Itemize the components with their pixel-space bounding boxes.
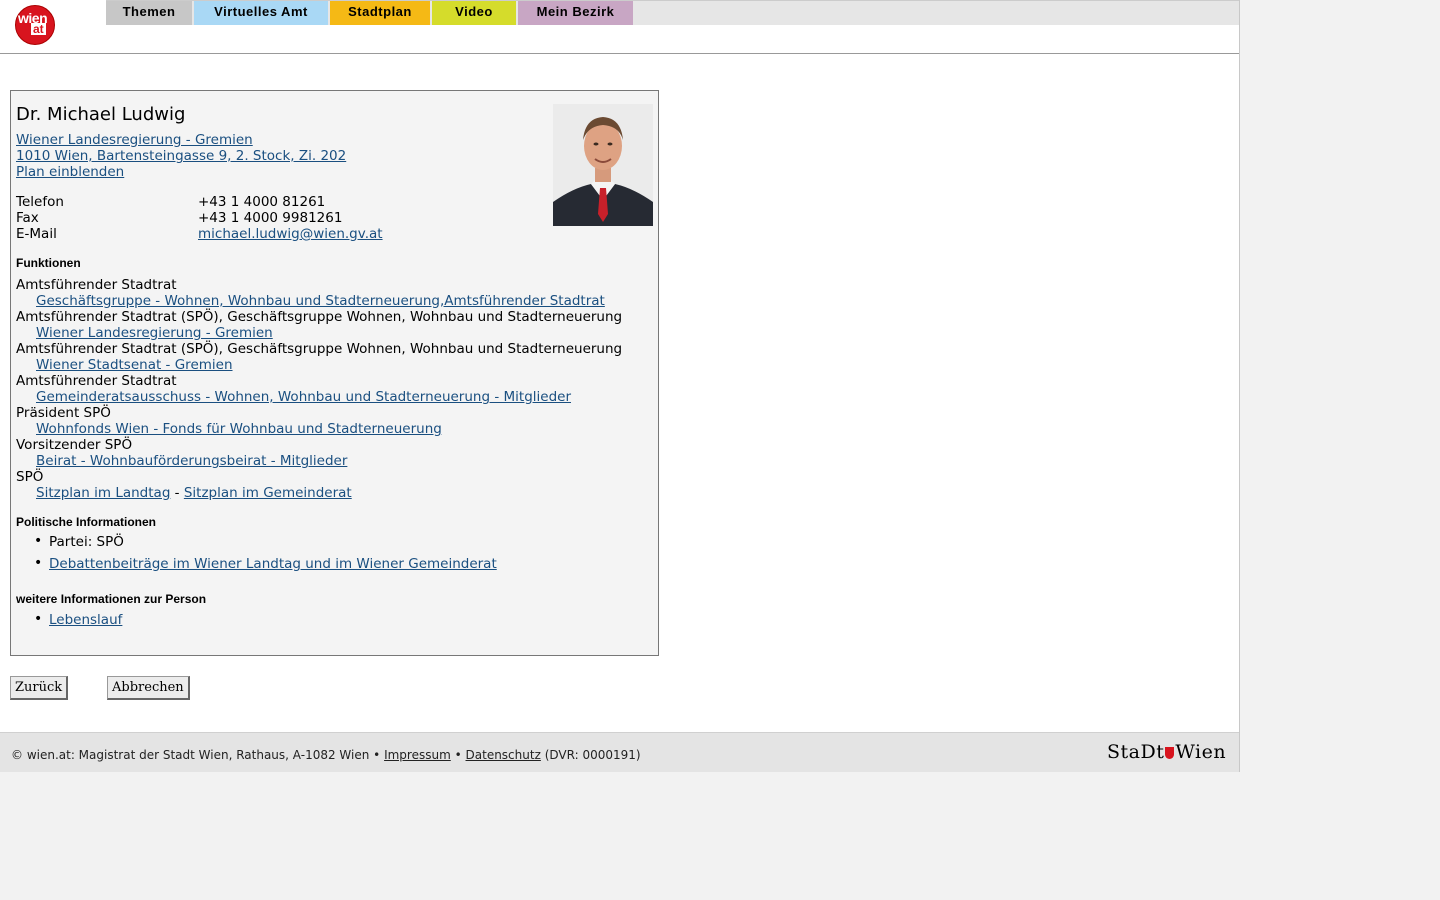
function-link[interactable]: Wiener Landesregierung - Gremien — [36, 325, 273, 341]
back-button[interactable]: Zurück — [10, 676, 69, 700]
tab-virtuelles-amt[interactable]: Virtuelles Amt — [194, 1, 328, 25]
function-role: Präsident SPÖ — [16, 405, 111, 421]
cv-link[interactable]: Lebenslauf — [49, 612, 122, 628]
page: wien at Themen Virtuelles Amt Stadtplan … — [0, 0, 1240, 772]
function-link[interactable]: Gemeinderatsausschuss - Wohnen, Wohnbau … — [36, 389, 571, 405]
party-info: Partei: SPÖ — [49, 534, 124, 550]
site-footer: © wien.at: Magistrat der Stadt Wien, Rat… — [0, 732, 1239, 772]
show-map-link[interactable]: Plan einblenden — [16, 164, 124, 180]
debate-contributions-link[interactable]: Debattenbeiträge im Wiener Landtag und i… — [49, 556, 497, 572]
person-name: Dr. Michael Ludwig — [16, 104, 186, 125]
cancel-button[interactable]: Abbrechen — [107, 676, 190, 700]
bullet: • — [34, 555, 43, 571]
address-link[interactable]: 1010 Wien, Bartensteingasse 9, 2. Stock,… — [16, 148, 346, 164]
footer-text: © wien.at: Magistrat der Stadt Wien, Rat… — [11, 748, 641, 762]
footer-separator: • — [454, 748, 462, 762]
datenschutz-link[interactable]: Datenschutz — [466, 748, 541, 762]
function-link[interactable]: Geschäftsgruppe - Wohnen, Wohnbau und St… — [36, 293, 605, 309]
org-link[interactable]: Wiener Landesregierung - Gremien — [16, 132, 253, 148]
function-link[interactable]: Wohnfonds Wien - Fonds für Wohnbau und S… — [36, 421, 442, 437]
function-link[interactable]: Wiener Stadtsenat - Gremien — [36, 357, 233, 373]
function-role: Amtsführender Stadtrat (SPÖ), Geschäftsg… — [16, 309, 623, 325]
fax-label: Fax — [16, 210, 39, 226]
tab-video[interactable]: Video — [432, 1, 516, 25]
function-role: Amtsführender Stadtrat — [16, 277, 177, 293]
further-info-heading: weitere Informationen zur Person — [16, 592, 207, 606]
person-detail-box: Dr. Michael Ludwig Wiener Landesregierun… — [10, 90, 659, 656]
function-role: Amtsführender Stadtrat (SPÖ), Geschäftsg… — [16, 341, 623, 357]
site-header: wien at Themen Virtuelles Amt Stadtplan … — [0, 0, 1239, 54]
function-role: Vorsitzender SPÖ — [16, 437, 133, 453]
stadt-wien-logo-left: StaDt — [1107, 741, 1165, 763]
function-role: Amtsführender Stadtrat — [16, 373, 177, 389]
wien-shield-icon — [1165, 747, 1175, 759]
phone-label: Telefon — [16, 194, 64, 210]
wien-at-logo[interactable]: wien at — [15, 5, 55, 45]
bullet: • — [34, 533, 43, 549]
tab-mein-bezirk[interactable]: Mein Bezirk — [518, 1, 633, 25]
email-link[interactable]: michael.ludwig@wien.gv.at — [198, 226, 383, 242]
logo-word-at: at — [31, 22, 46, 36]
impressum-link[interactable]: Impressum — [384, 748, 451, 762]
function-role: SPÖ — [16, 469, 44, 485]
political-info-heading: Politische Informationen — [16, 515, 157, 529]
seating-plan-separator: - — [170, 485, 184, 501]
seating-plan-landtag-link[interactable]: Sitzplan im Landtag — [36, 485, 170, 501]
dvr-text: (DVR: 0000191) — [544, 748, 641, 762]
seating-plan-gemeinderat-link[interactable]: Sitzplan im Gemeinderat — [184, 485, 352, 501]
stadt-wien-logo[interactable]: StaDt Wien — [1107, 741, 1226, 763]
email-label: E-Mail — [16, 226, 57, 242]
stadt-wien-logo-right: Wien — [1175, 741, 1227, 763]
person-photo — [553, 104, 653, 226]
copyright-text: © wien.at: Magistrat der Stadt Wien, Rat… — [11, 748, 381, 762]
seating-plan-links: Sitzplan im Landtag - Sitzplan im Gemein… — [36, 485, 352, 501]
function-link[interactable]: Beirat - Wohnbauförderungsbeirat - Mitgl… — [36, 453, 347, 469]
phone-value: +43 1 4000 81261 — [198, 194, 326, 210]
functions-heading: Funktionen — [16, 256, 81, 270]
tab-themen[interactable]: Themen — [106, 1, 192, 25]
fax-value: +43 1 4000 9981261 — [198, 210, 343, 226]
bullet: • — [34, 611, 43, 627]
tab-stadtplan[interactable]: Stadtplan — [330, 1, 430, 25]
